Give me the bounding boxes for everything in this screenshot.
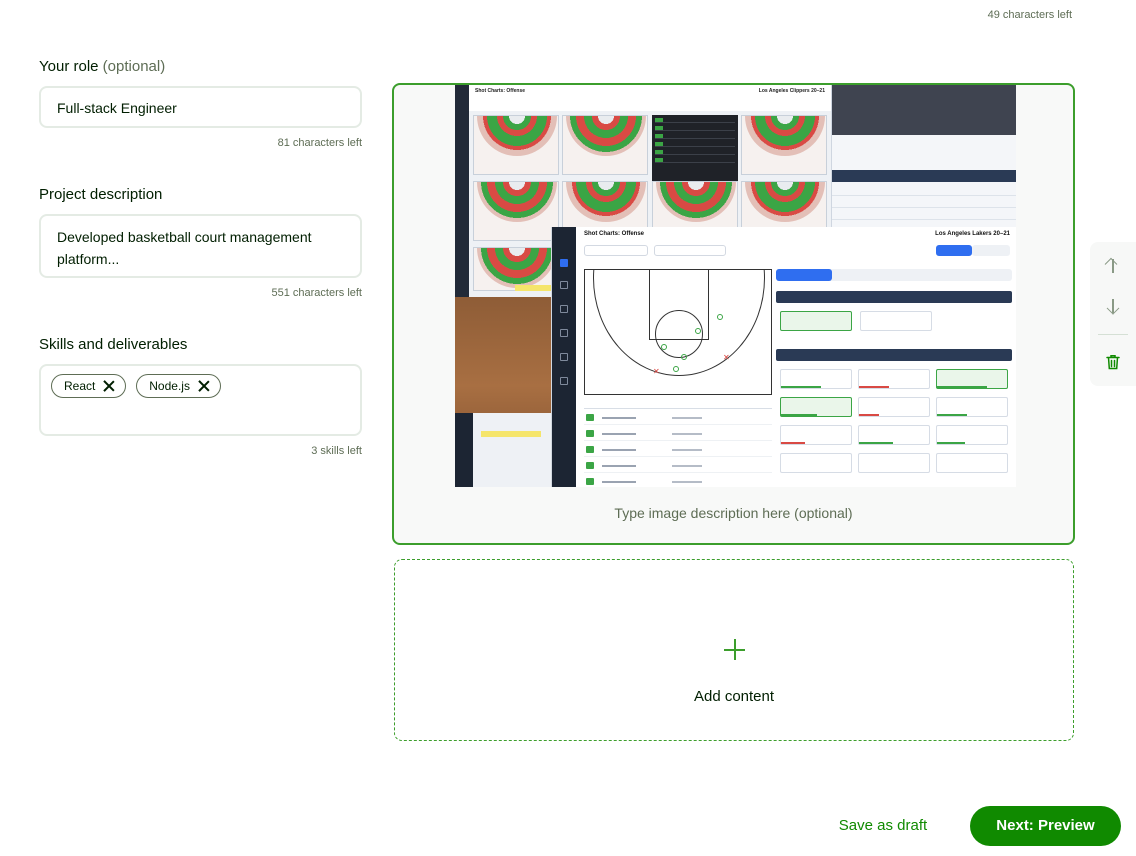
close-icon[interactable] [198,380,210,392]
highlight-bar [515,285,551,291]
highlight-bar [481,431,541,437]
nav-icon [560,259,568,267]
save-as-draft-button[interactable]: Save as draft [826,810,940,842]
role-optional-text: (optional) [102,58,166,75]
arrow-up-icon [1106,258,1120,274]
move-down-button[interactable] [1103,296,1123,316]
skills-left-counter: 3 skills left [311,445,362,457]
add-content-label: Add content [693,688,775,705]
window-title: Shot Charts: Offense [475,88,526,94]
skills-input[interactable]: React Node.js [39,364,362,436]
nav-icon [560,329,568,337]
role-label: Your role (optional) [39,58,165,75]
top-char-counter: 49 characters left [987,9,1072,21]
offense-tab [936,245,972,256]
court-tile [473,115,559,175]
window-title: Shot Charts: Offense [584,231,645,237]
bg-stats-table [825,135,1016,235]
team-title: Los Angeles Clippers 20–21 [758,88,825,94]
image-caption-input[interactable]: Type image description here (optional) [394,505,1073,521]
court-tile [562,115,648,175]
table-header [825,170,1016,182]
bg-dark-panel [825,85,1016,135]
project-description-label: Project description [39,186,163,203]
close-icon[interactable] [103,380,115,392]
stats-panel [776,269,1012,487]
shots-table [584,399,772,487]
sidebar [552,227,576,487]
add-content-block[interactable]: Add content [394,559,1074,741]
nav-icon [560,281,568,289]
players-filter [654,245,726,256]
individual-window [455,413,551,487]
role-char-counter: 81 characters left [277,137,362,149]
image-content-block[interactable]: Shot Charts: Offense Los Angeles Clipper… [392,83,1075,545]
team-title: Los Angeles Lakers 20–21 [935,231,1010,237]
next-preview-button[interactable]: Next: Preview [970,806,1121,846]
skill-chip-nodejs[interactable]: Node.js [136,374,221,398]
sidebar [455,413,473,487]
table-row [825,219,1016,220]
trash-icon [1106,355,1120,370]
arrow-down-icon [1106,298,1120,314]
table-row [825,207,1016,208]
skill-chip-label: React [64,379,96,393]
court-tile [741,115,827,175]
nav-icon [560,353,568,361]
player-list [652,115,738,181]
skills-label: Skills and deliverables [39,336,188,353]
defense-tab [972,245,1010,256]
court-tile [473,181,559,241]
role-label-text: Your role [39,58,99,75]
table-row [825,195,1016,196]
nav-icon [560,305,568,313]
half-court: ✕ ✕ [584,269,772,395]
skill-chip-react[interactable]: React [51,374,127,398]
skill-chip-label: Node.js [149,379,190,393]
plus-icon[interactable] [724,639,745,660]
shot-chart-window-front: Shot Charts: Offense Los Angeles Lakers … [551,227,1016,487]
delete-button[interactable] [1103,352,1123,372]
role-input[interactable]: Full-stack Engineer [39,86,362,128]
season-filter [584,245,648,256]
project-description-textarea[interactable]: Developed basketball court management pl… [39,214,362,278]
move-up-button[interactable] [1103,256,1123,276]
toolbar-divider [1098,334,1128,335]
uploaded-screenshot: Shot Charts: Offense Los Angeles Clipper… [455,85,1016,487]
sidebar [455,85,469,297]
nav-icon [560,377,568,385]
project-char-counter: 551 characters left [271,287,363,299]
block-toolbar [1090,242,1136,386]
